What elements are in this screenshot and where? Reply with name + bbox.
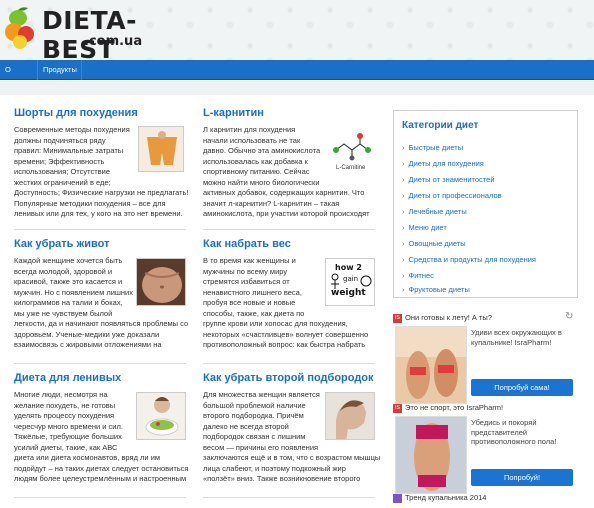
fitness-photo-icon xyxy=(396,417,466,493)
article-card: Как убрать живот Каждой женщине хочется … xyxy=(14,238,192,358)
chevron-right-icon: › xyxy=(402,255,405,264)
content-top-strip xyxy=(0,81,594,95)
ad-badge-icon xyxy=(393,493,402,503)
svg-text:gain: gain xyxy=(343,275,358,283)
article-title[interactable]: Диета для ленивых xyxy=(14,372,121,384)
article-thumbnail[interactable]: how 2 gain weight xyxy=(325,258,375,306)
chevron-right-icon: › xyxy=(402,143,405,152)
nav-item-products[interactable]: Продукты xyxy=(38,60,82,80)
divider xyxy=(14,363,186,364)
article-title[interactable]: Как убрать живот xyxy=(14,238,110,250)
article-title[interactable]: Как набрать вес xyxy=(203,238,291,250)
ad-headline[interactable]: Тренд купальника 2014 xyxy=(393,493,486,503)
chevron-right-icon: › xyxy=(402,285,405,294)
category-link[interactable]: › Диеты для похудения xyxy=(402,159,484,168)
ad-badge-icon: IS xyxy=(393,313,402,323)
site-header: DIETA-BEST .com.ua xyxy=(0,0,594,64)
category-link[interactable]: › Лечебные диеты xyxy=(402,207,467,216)
shorts-photo-icon xyxy=(139,127,183,171)
article-card: Как убрать второй подбородок Для множест… xyxy=(203,372,381,492)
ad-badge-icon: IS xyxy=(393,403,402,413)
category-link[interactable]: › Фруктовые диеты xyxy=(402,285,470,294)
divider xyxy=(14,229,186,230)
category-link[interactable]: › Быстрые диеты xyxy=(402,143,463,152)
gain-weight-illustration-icon: how 2 gain weight xyxy=(326,259,374,305)
article-card: Шорты для похудения Современные методы п… xyxy=(14,107,192,227)
thumbnail-caption: L-Carnitine xyxy=(336,165,366,171)
ad-description: Удиви всех окружающих в купальнике! IsraP… xyxy=(471,328,562,347)
article-thumbnail[interactable]: L-Carnitine xyxy=(330,126,378,174)
article-thumbnail[interactable] xyxy=(325,392,375,440)
chin-profile-photo-icon xyxy=(326,393,374,439)
article-card: L-карнитин Л карнитин для похудения начал… xyxy=(203,107,381,227)
ad-block: IS Они готовы к лету! А ты? Удиви всех ок… xyxy=(393,313,578,404)
article-thumbnail[interactable] xyxy=(136,392,186,440)
nav-item-about[interactable]: О сайте xyxy=(0,60,38,94)
chevron-right-icon: › xyxy=(402,159,405,168)
ad-headline[interactable]: IS Это не спорт, это IsraPharm! xyxy=(393,403,503,413)
divider xyxy=(203,229,375,230)
diet-categories-widget: Категории диет › Быстрые диеты › Диеты для… xyxy=(393,110,578,298)
belly-photo-icon xyxy=(137,259,185,305)
category-link[interactable]: › Фитнес xyxy=(402,271,434,280)
ad-block: Тренд купальника 2014 xyxy=(393,493,578,507)
svg-text:weight: weight xyxy=(331,288,366,298)
chevron-right-icon: › xyxy=(402,271,405,280)
fruit-logo-icon xyxy=(5,7,34,49)
category-link[interactable]: › Диеты от знаменитостей xyxy=(402,175,495,184)
category-link[interactable]: › Диеты от профессионалов xyxy=(402,191,502,200)
ad-headline[interactable]: IS Они готовы к лету! А ты? xyxy=(393,313,492,323)
molecule-diagram-icon xyxy=(330,126,378,166)
salad-woman-photo-icon xyxy=(137,393,185,439)
article-card: Как набрать вес В то время как женщины и… xyxy=(203,238,381,358)
divider xyxy=(203,497,375,498)
chevron-right-icon: › xyxy=(402,207,405,216)
site-logo[interactable]: DIETA-BEST .com.ua xyxy=(4,4,194,64)
article-thumbnail[interactable] xyxy=(136,258,186,306)
divider xyxy=(14,497,186,498)
ad-description: Убедись и покоряй представителей противопо… xyxy=(471,418,557,446)
article-title[interactable]: L-карнитин xyxy=(203,107,264,119)
logo-subtitle: .com.ua xyxy=(84,34,143,49)
chevron-right-icon: › xyxy=(402,175,405,184)
chevron-right-icon: › xyxy=(402,191,405,200)
chevron-right-icon: › xyxy=(402,239,405,248)
article-card: Диета для ленивых Многие люди, несмотря … xyxy=(14,372,192,492)
category-link[interactable]: › Меню диет xyxy=(402,223,447,232)
widget-title: Категории диет xyxy=(402,120,479,131)
article-title[interactable]: Шорты для похудения xyxy=(14,107,138,119)
divider xyxy=(203,363,375,364)
category-link[interactable]: › Овощные диеты xyxy=(402,239,466,248)
ad-image[interactable] xyxy=(395,326,467,404)
try-yourself-button[interactable]: Попробуй сама! xyxy=(471,379,573,396)
swimsuit-photo-icon xyxy=(396,327,466,403)
ad-image[interactable] xyxy=(395,416,467,494)
svg-text:how 2: how 2 xyxy=(335,263,362,272)
article-title[interactable]: Как убрать второй подбородок xyxy=(203,372,374,384)
chevron-right-icon: › xyxy=(402,223,405,232)
ad-block: IS Это не спорт, это IsraPharm! Убедись и… xyxy=(393,403,578,494)
article-thumbnail[interactable] xyxy=(138,126,184,172)
category-link[interactable]: › Средства и продукты для похудения xyxy=(402,255,536,264)
try-button[interactable]: Попробуй! xyxy=(471,469,573,486)
main-nav: О сайте Продукты xyxy=(0,60,594,94)
